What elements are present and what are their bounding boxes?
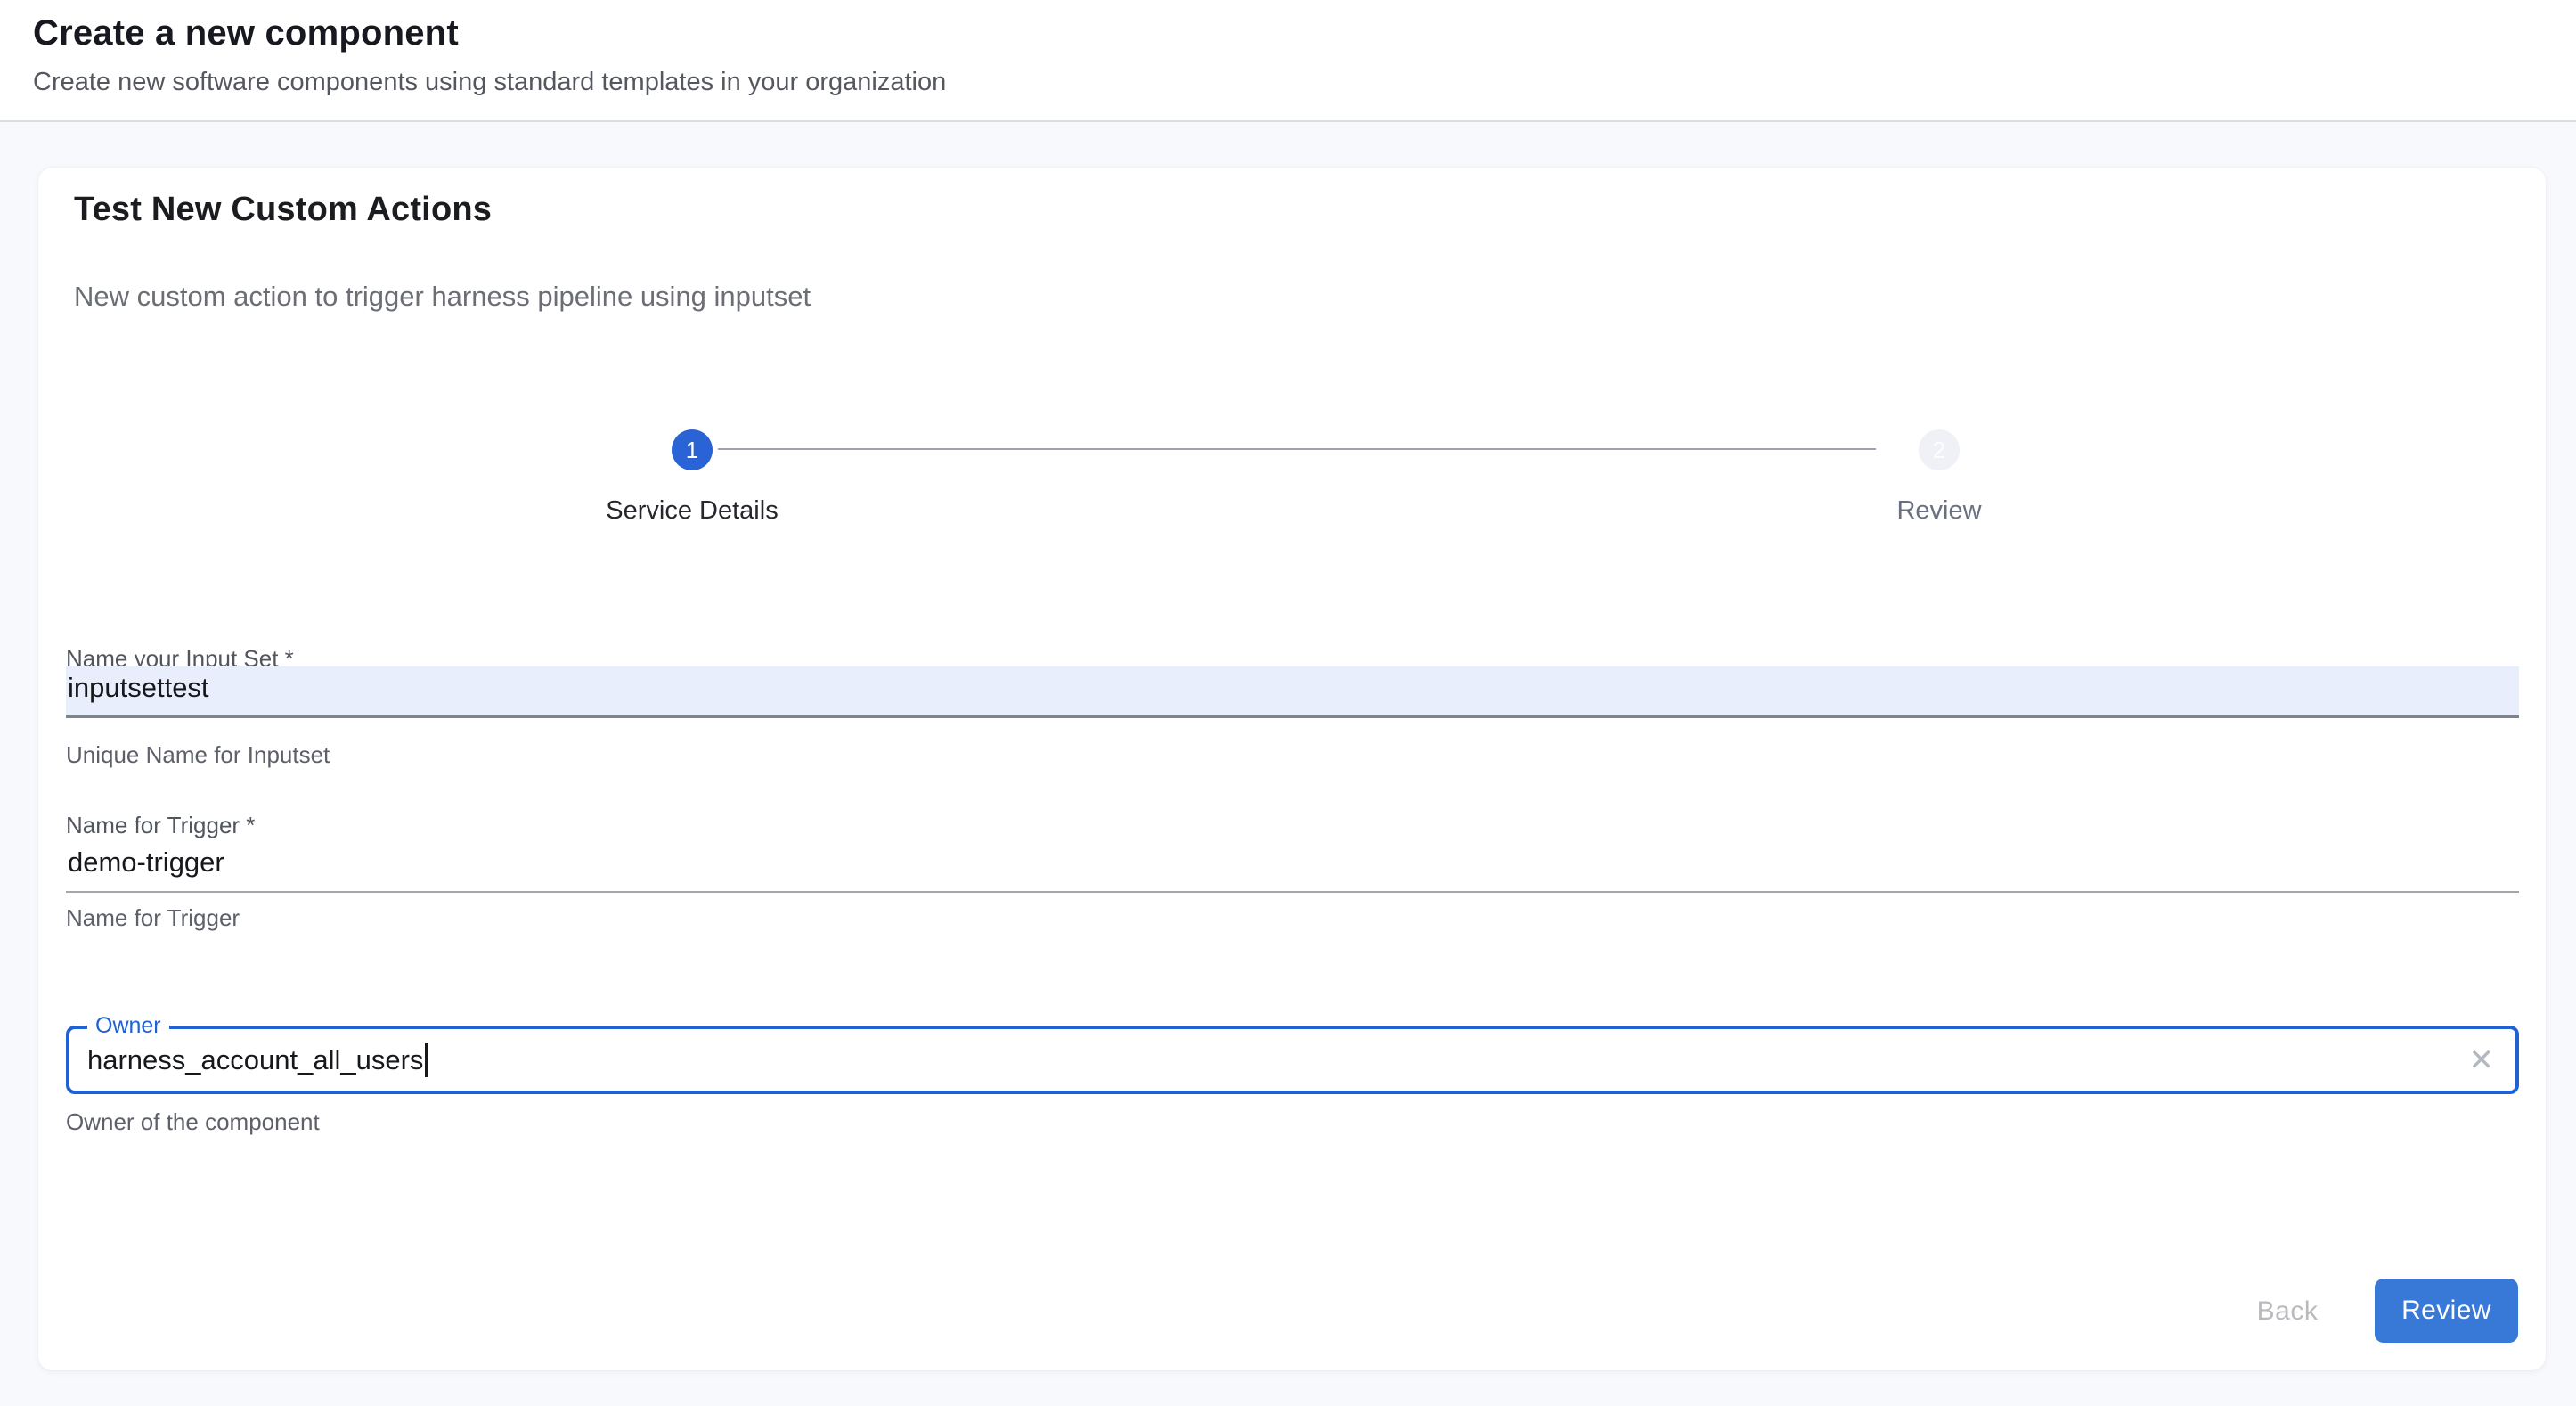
step-1-label: Service Details: [496, 496, 888, 526]
trigger-name-input[interactable]: [66, 841, 2519, 893]
page-header: Create a new component Create new softwa…: [0, 0, 2576, 122]
owner-helper: Owner of the component: [66, 1108, 320, 1136]
step-connector-line: [718, 448, 1876, 450]
step-2-indicator[interactable]: 2: [1919, 429, 1960, 470]
review-button[interactable]: Review: [2375, 1279, 2518, 1343]
page-title: Create a new component: [33, 11, 2576, 55]
wizard-card: Test New Custom Actions New custom actio…: [38, 168, 2546, 1370]
owner-label: Owner: [87, 1012, 169, 1039]
template-title: Test New Custom Actions: [74, 191, 492, 229]
owner-input[interactable]: harness_account_all_users ✕: [66, 1026, 2519, 1094]
step-1-number: 1: [686, 437, 698, 464]
input-set-name-input[interactable]: [66, 666, 2519, 718]
trigger-name-helper: Name for Trigger: [66, 904, 240, 932]
clear-icon[interactable]: ✕: [2469, 1045, 2495, 1075]
owner-value: harness_account_all_users: [87, 1044, 423, 1076]
step-1-indicator[interactable]: 1: [672, 429, 713, 470]
text-caret: [425, 1043, 428, 1077]
input-set-name-helper: Unique Name for Inputset: [66, 741, 330, 769]
step-2-number: 2: [1933, 437, 1945, 464]
back-button[interactable]: Back: [2212, 1286, 2363, 1337]
template-subtitle: New custom action to trigger harness pip…: [74, 281, 811, 313]
trigger-name-label: Name for Trigger *: [66, 812, 255, 839]
step-2-label: Review: [1743, 496, 2135, 526]
page-subtitle: Create new software components using sta…: [33, 68, 2576, 97]
